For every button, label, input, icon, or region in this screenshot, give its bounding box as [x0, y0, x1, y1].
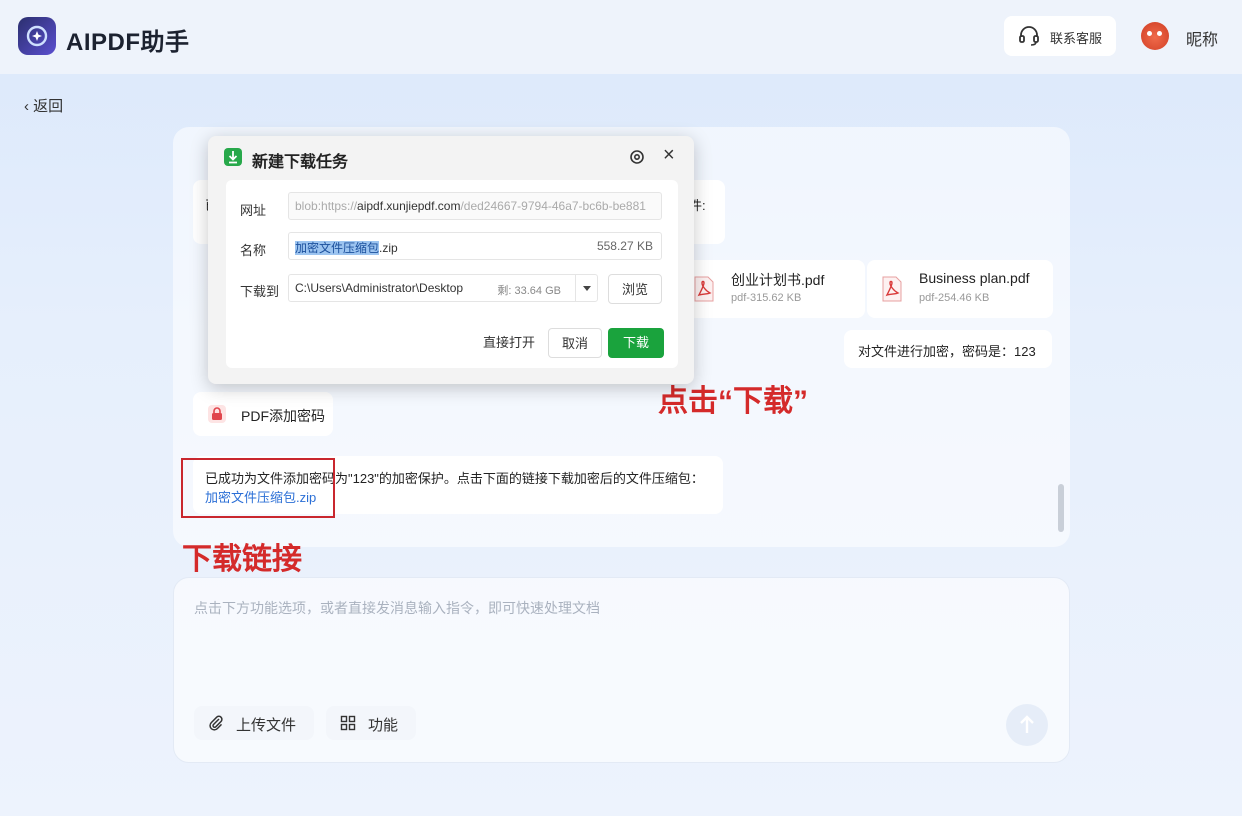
back-button[interactable]: ‹ 返回 [24, 95, 63, 116]
message-input-placeholder: 点击下方功能选项，或者直接发消息输入指令，即可快速处理文档 [194, 600, 600, 616]
grid-icon [340, 715, 356, 731]
function-label: 功能 [368, 717, 399, 734]
annotation-box-download-link [181, 458, 335, 518]
dialog-title: 新建下载任务 [252, 154, 349, 171]
avatar[interactable] [1141, 22, 1169, 50]
url-domain: aipdf.xunjiepdf.com [357, 199, 461, 213]
top-bar: AIPDF助手 联系客服 昵称 [0, 0, 1242, 74]
file-meta: pdf-254.46 KB [919, 292, 990, 304]
back-label: 返回 [33, 98, 64, 115]
file-name: 创业计划书.pdf [731, 272, 825, 288]
upload-file-button[interactable]: 上传文件 [194, 706, 314, 740]
url-field[interactable]: blob:https://aipdf.xunjiepdf.com/ded2466… [288, 192, 662, 220]
save-path: C:\Users\Administrator\Desktop [295, 281, 464, 295]
contact-support-button[interactable]: 联系客服 [1004, 16, 1116, 56]
app-logo-icon [18, 17, 56, 55]
tool-tag[interactable]: PDF添加密码 [193, 392, 333, 436]
lock-icon [208, 405, 226, 423]
close-icon[interactable]: × [663, 145, 675, 165]
upload-file-label: 上传文件 [236, 717, 297, 734]
contact-support-label: 联系客服 [1050, 31, 1103, 46]
pdf-file-icon [694, 276, 714, 302]
gear-icon[interactable] [628, 148, 646, 166]
file-name-selected: 加密文件压缩包 [295, 241, 380, 255]
file-card-business-plan-en[interactable]: Business plan.pdf pdf-254.46 KB [867, 260, 1053, 318]
send-button[interactable] [1006, 704, 1048, 746]
new-download-dialog: 新建下载任务 × 网址 blob:https://aipdf.xunjiepdf… [208, 136, 694, 384]
arrow-up-icon [1020, 715, 1034, 733]
chat-scrollbar[interactable] [1058, 484, 1064, 532]
file-card-business-plan-cn[interactable]: 创业计划书.pdf pdf-315.62 KB [679, 260, 865, 318]
file-name-extension: .zip [379, 241, 398, 255]
user-message: 对文件进行加密，密码是：123 [844, 330, 1052, 368]
file-size: 558.27 KB [596, 239, 653, 253]
dialog-body: 网址 blob:https://aipdf.xunjiepdf.com/ded2… [226, 180, 678, 368]
headset-icon [1019, 26, 1039, 46]
paperclip-icon [209, 715, 223, 731]
cancel-button[interactable]: 取消 [548, 328, 602, 358]
url-prefix: blob:https:// [295, 199, 358, 213]
browse-button[interactable]: 浏览 [608, 274, 662, 304]
pdf-file-icon [882, 276, 902, 302]
free-space: 剩: 33.64 GB [497, 285, 561, 297]
chevron-down-icon[interactable] [575, 275, 597, 301]
name-label: 名称 [240, 243, 267, 258]
file-name-input[interactable]: 加密文件压缩包.zip 558.27 KB [288, 232, 662, 260]
file-meta: pdf-315.62 KB [731, 292, 802, 304]
message-input-panel[interactable]: 点击下方功能选项，或者直接发消息输入指令，即可快速处理文档 上传文件 功能 [173, 577, 1070, 763]
chevron-left-icon: ‹ [24, 98, 29, 115]
user-message-text: 对文件进行加密，密码是：123 [858, 344, 1036, 359]
annotation-download-link: 下载链接 [182, 543, 302, 576]
download-button[interactable]: 下载 [608, 328, 664, 358]
tool-tag-label: PDF添加密码 [241, 408, 325, 424]
url-label: 网址 [240, 203, 267, 218]
user-nickname[interactable]: 昵称 [1186, 26, 1218, 50]
function-button[interactable]: 功能 [326, 706, 416, 740]
url-suffix: /ded24667-9794-46a7-bc6b-be881 [460, 199, 646, 213]
save-path-select[interactable]: C:\Users\Administrator\Desktop 剩: 33.64 … [288, 274, 598, 302]
save-location-label: 下载到 [240, 284, 280, 299]
file-name: Business plan.pdf [919, 270, 1030, 286]
download-app-icon [224, 148, 242, 166]
open-directly-button[interactable]: 直接打开 [474, 328, 544, 358]
app-title: AIPDF助手 [66, 29, 190, 56]
